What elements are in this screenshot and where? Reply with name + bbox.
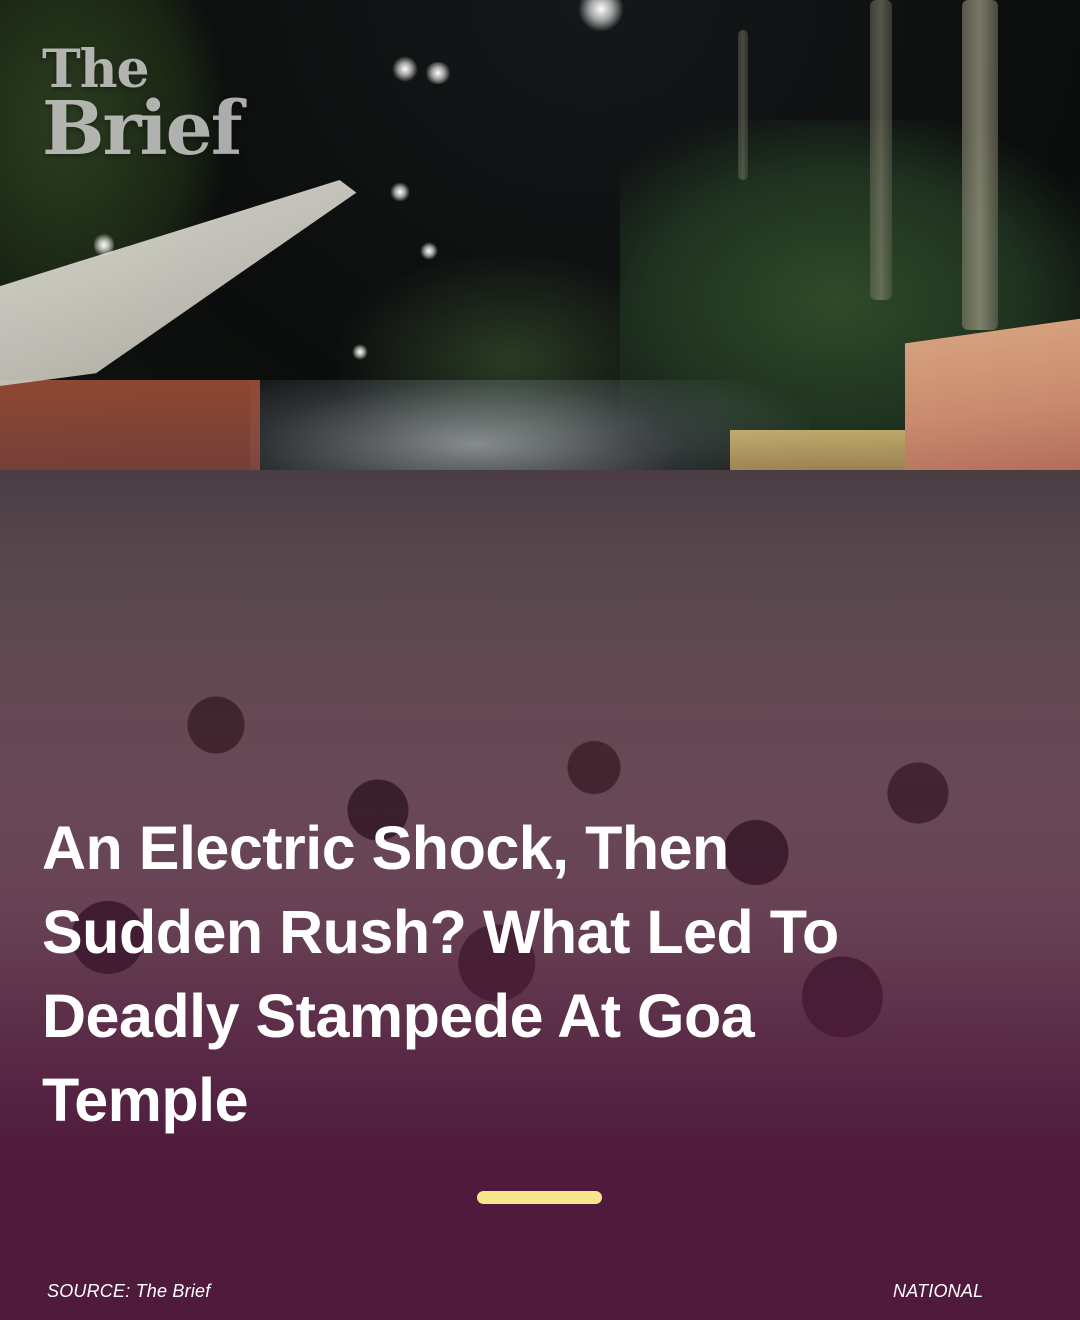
headline-line: Deadly Stampede At Goa [42,982,755,1050]
headline-line: Sudden Rush? What Led To [42,898,839,966]
source-label: SOURCE: The Brief [47,1281,211,1301]
accent-bar [477,1191,602,1204]
headline-line: Temple [42,1066,249,1134]
brand-logo-line2: Brief [42,86,243,172]
headline-line: An Electric Shock, Then [42,814,729,882]
brand-logo: The Brief [42,44,243,172]
news-card: The Brief An Electric Shock, Then Sudden… [0,0,1080,1320]
headline: An Electric Shock, Then Sudden Rush? Wha… [42,806,1022,1142]
category-label: NATIONAL [893,1281,984,1301]
